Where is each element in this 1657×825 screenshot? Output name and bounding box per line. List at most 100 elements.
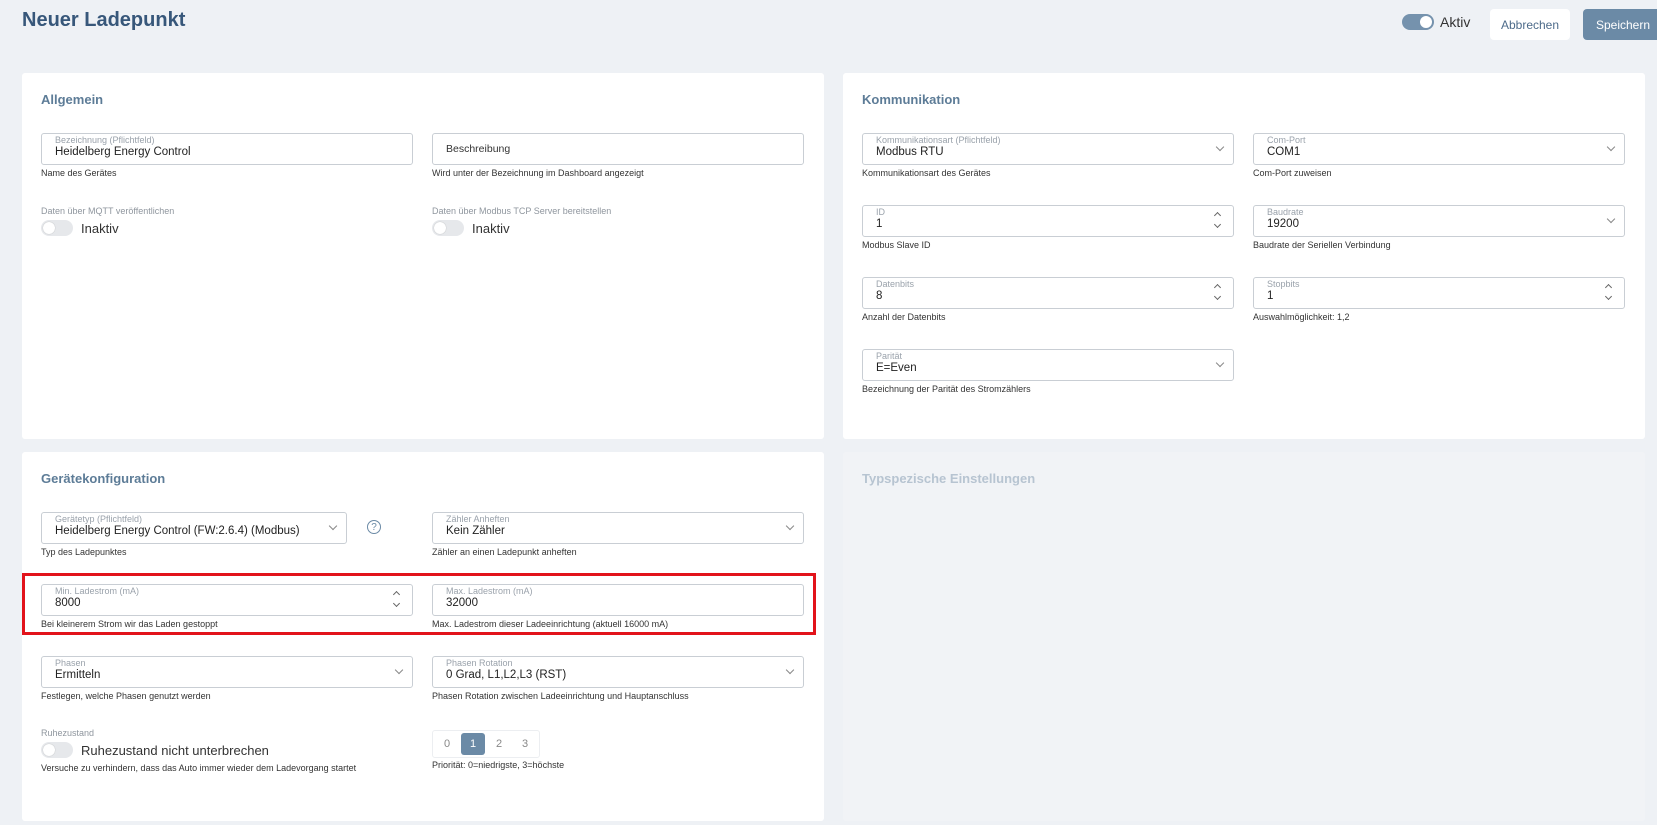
chevron-down-icon xyxy=(1215,358,1225,368)
card-title-allgemein: Allgemein xyxy=(41,92,104,107)
stopbits-input[interactable]: Stopbits 1 xyxy=(1253,277,1625,309)
phasen-rotation-hint: Phasen Rotation zwischen Ladeeinrichtung… xyxy=(432,691,689,701)
modbus-tcp-state: Inaktiv xyxy=(472,220,510,236)
geraetetyp-field[interactable]: Gerätetyp (Pflichtfeld) Heidelberg Energ… xyxy=(41,512,347,557)
baudrate-select[interactable]: Baudrate 19200 xyxy=(1253,205,1625,237)
baudrate-value: 19200 xyxy=(1267,218,1299,230)
zaehler-value: Kein Zähler xyxy=(446,525,505,537)
card-title-geraetekonfiguration: Gerätekonfiguration xyxy=(41,471,166,486)
prioritaet-selector: 0 1 2 3 xyxy=(432,730,540,758)
active-switch[interactable] xyxy=(1402,14,1434,30)
stopbits-field[interactable]: Stopbits 1 Auswahlmöglichkeit: 1,2 xyxy=(1253,277,1625,322)
max-ladestrom-label: Max. Ladestrom (mA) xyxy=(446,586,533,596)
modbus-tcp-toggle[interactable]: Inaktiv xyxy=(432,220,611,236)
geraetetyp-select[interactable]: Gerätetyp (Pflichtfeld) Heidelberg Energ… xyxy=(41,512,347,544)
chevron-down-icon xyxy=(785,665,795,675)
bezeichnung-hint: Name des Gerätes xyxy=(41,168,117,178)
min-ladestrom-input[interactable]: Min. Ladestrom (mA) 8000 xyxy=(41,584,413,616)
id-value: 1 xyxy=(876,218,883,230)
datenbits-field[interactable]: Datenbits 8 Anzahl der Datenbits xyxy=(862,277,1234,322)
phasen-value: Ermitteln xyxy=(55,669,101,681)
stepper-icon[interactable] xyxy=(1212,208,1224,235)
datenbits-label: Datenbits xyxy=(876,279,915,289)
geraetetyp-label: Gerätetyp (Pflichtfeld) xyxy=(55,514,143,524)
phasen-select[interactable]: Phasen Ermitteln xyxy=(41,656,413,688)
card-title-typspezifisch: Typspezische Einstellungen xyxy=(862,471,1036,486)
max-ladestrom-field[interactable]: Max. Ladestrom (mA) 32000 Max. Ladestrom… xyxy=(432,584,804,629)
beschreibung-field[interactable]: Beschreibung Wird unter der Bezeichnung … xyxy=(432,133,804,178)
id-hint: Modbus Slave ID xyxy=(862,240,931,250)
min-ladestrom-hint: Bei kleinerem Strom wir das Laden gestop… xyxy=(41,619,218,629)
stepper-icon[interactable] xyxy=(1212,280,1224,307)
kommunikationsart-value: Modbus RTU xyxy=(876,146,944,158)
ruhezustand-toggle[interactable]: Ruhezustand nicht unterbrechen xyxy=(41,742,356,758)
comport-select[interactable]: Com-Port COM1 xyxy=(1253,133,1625,165)
datenbits-hint: Anzahl der Datenbits xyxy=(862,312,946,322)
prioritaet-option-1[interactable]: 1 xyxy=(461,733,485,755)
ruhezustand-label: Ruhezustand xyxy=(41,728,95,738)
mqtt-label: Daten über MQTT veröffentlichen xyxy=(41,206,175,216)
prioritaet-option-0[interactable]: 0 xyxy=(435,733,459,755)
mqtt-toggle[interactable]: Inaktiv xyxy=(41,220,174,236)
baudrate-field[interactable]: Baudrate 19200 Baudrate der Seriellen Ve… xyxy=(1253,205,1625,250)
ruhezustand-state: Ruhezustand nicht unterbrechen xyxy=(81,742,269,758)
stopbits-hint: Auswahlmöglichkeit: 1,2 xyxy=(1253,312,1350,322)
page-title: Neuer Ladepunkt xyxy=(22,9,186,31)
beschreibung-input[interactable]: Beschreibung xyxy=(432,133,804,165)
help-icon[interactable]: ? xyxy=(367,520,381,534)
kommunikationsart-field[interactable]: Kommunikationsart (Pflichtfeld) Modbus R… xyxy=(862,133,1234,178)
comport-field[interactable]: Com-Port COM1 Com-Port zuweisen xyxy=(1253,133,1625,178)
zaehler-field[interactable]: Zähler Anheften Kein Zähler Zähler an ei… xyxy=(432,512,804,557)
card-kommunikation: Kommunikation Kommunikationsart (Pflicht… xyxy=(843,73,1645,439)
id-input[interactable]: ID 1 xyxy=(862,205,1234,237)
chevron-down-icon xyxy=(1215,142,1225,152)
datenbits-value: 8 xyxy=(876,290,883,302)
mqtt-state: Inaktiv xyxy=(81,220,119,236)
phasen-field[interactable]: Phasen Ermitteln Festlegen, welche Phase… xyxy=(41,656,413,701)
comport-hint: Com-Port zuweisen xyxy=(1253,168,1332,178)
mqtt-switch[interactable] xyxy=(41,220,73,236)
kommunikationsart-select[interactable]: Kommunikationsart (Pflichtfeld) Modbus R… xyxy=(862,133,1234,165)
cancel-button[interactable]: Abbrechen xyxy=(1490,9,1570,40)
phasen-rotation-value: 0 Grad, L1,L2,L3 (RST) xyxy=(446,669,567,681)
top-bar: Neuer Ladepunkt Aktiv Abbrechen Speicher… xyxy=(0,0,1657,52)
phasen-label: Phasen xyxy=(55,658,86,668)
beschreibung-placeholder: Beschreibung xyxy=(446,143,511,155)
id-field[interactable]: ID 1 Modbus Slave ID xyxy=(862,205,1234,250)
ruhezustand-switch[interactable] xyxy=(41,742,73,758)
chevron-down-icon xyxy=(394,665,404,675)
modbus-tcp-switch[interactable] xyxy=(432,220,464,236)
baudrate-label: Baudrate xyxy=(1267,207,1304,217)
modbus-tcp-label: Daten über Modbus TCP Server bereitstell… xyxy=(432,206,612,216)
geraetetyp-hint: Typ des Ladepunktes xyxy=(41,547,127,557)
prioritaet-option-3[interactable]: 3 xyxy=(513,733,537,755)
stepper-icon[interactable] xyxy=(391,587,403,614)
prioritaet-hint: Priorität: 0=niedrigste, 3=höchste xyxy=(432,760,565,770)
geraetetyp-value: Heidelberg Energy Control (FW:2.6.4) (Mo… xyxy=(55,525,300,537)
card-allgemein: Allgemein Bezeichnung (Pflichtfeld) Heid… xyxy=(22,73,824,439)
paritaet-select[interactable]: Parität E=Even xyxy=(862,349,1234,381)
phasen-rotation-field[interactable]: Phasen Rotation 0 Grad, L1,L2,L3 (RST) P… xyxy=(432,656,804,701)
beschreibung-hint: Wird unter der Bezeichnung im Dashboard … xyxy=(432,168,644,178)
prioritaet-option-2[interactable]: 2 xyxy=(487,733,511,755)
max-ladestrom-input[interactable]: Max. Ladestrom (mA) 32000 xyxy=(432,584,804,616)
stopbits-value: 1 xyxy=(1267,290,1274,302)
bezeichnung-field[interactable]: Bezeichnung (Pflichtfeld) Heidelberg Ene… xyxy=(41,133,413,178)
bezeichnung-input[interactable]: Bezeichnung (Pflichtfeld) Heidelberg Ene… xyxy=(41,133,413,165)
bezeichnung-value: Heidelberg Energy Control xyxy=(55,146,191,158)
max-ladestrom-hint: Max. Ladestrom dieser Ladeeinrichtung (a… xyxy=(432,619,669,629)
chevron-down-icon xyxy=(785,521,795,531)
active-toggle[interactable]: Aktiv xyxy=(1402,14,1470,30)
phasen-hint: Festlegen, welche Phasen genutzt werden xyxy=(41,691,211,701)
mqtt-toggle-field: Daten über MQTT veröffentlichen Inaktiv xyxy=(41,206,174,236)
phasen-rotation-select[interactable]: Phasen Rotation 0 Grad, L1,L2,L3 (RST) xyxy=(432,656,804,688)
min-ladestrom-field[interactable]: Min. Ladestrom (mA) 8000 Bei kleinerem S… xyxy=(41,584,413,629)
datenbits-input[interactable]: Datenbits 8 xyxy=(862,277,1234,309)
card-typspezifisch: Typspezische Einstellungen xyxy=(843,452,1645,821)
stopbits-label: Stopbits xyxy=(1267,279,1300,289)
zaehler-select[interactable]: Zähler Anheften Kein Zähler xyxy=(432,512,804,544)
stepper-icon[interactable] xyxy=(1603,280,1615,307)
ruhezustand-toggle-field: Ruhezustand Ruhezustand nicht unterbrech… xyxy=(41,728,356,773)
paritaet-field[interactable]: Parität E=Even Bezeichnung der Parität d… xyxy=(862,349,1234,394)
save-button[interactable]: Speichern xyxy=(1583,9,1657,40)
